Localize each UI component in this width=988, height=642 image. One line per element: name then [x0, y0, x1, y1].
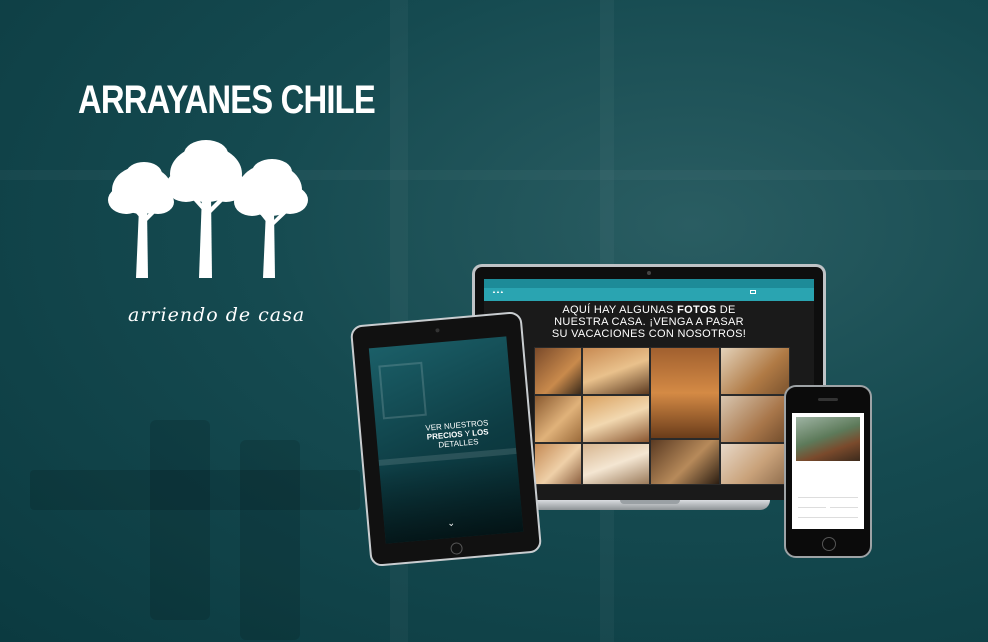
tablet-window-frame: [378, 361, 427, 420]
laptop-notch: [620, 500, 680, 504]
tablet-headline: VER NUESTROS PRECIOS Y LOS DETALLES: [412, 417, 504, 452]
gallery-photo: [720, 347, 790, 395]
gallery-photo: [582, 443, 650, 485]
brand-title: ARRAYANES CHILE: [78, 78, 376, 122]
site-nav-button: [750, 290, 756, 294]
site-top-strip: [484, 279, 814, 288]
tablet-stools: [379, 455, 524, 544]
phone-screen: [792, 413, 864, 529]
phone-house-photo: [796, 417, 860, 461]
tablet-home-button: [450, 541, 464, 555]
phone-mockup: [784, 385, 872, 558]
phone-speaker: [818, 398, 838, 401]
laptop-headline-part: AQUÍ HAY ALGUNAS: [562, 304, 678, 316]
laptop-headline-line: SU VACACIONES CON NOSOTROS!: [551, 328, 747, 340]
gallery-photo: [582, 395, 650, 443]
tablet-headline-bold: LOS: [471, 427, 489, 438]
gallery-photo: [582, 347, 650, 395]
gallery-photo: [650, 347, 720, 439]
laptop-headline-line: NUESTRA CASA. ¡VENGA A PASAR: [554, 316, 744, 328]
tablet-camera: [435, 328, 440, 333]
gallery-photo: [720, 395, 790, 443]
tablet-screen: VER NUESTROS PRECIOS Y LOS DETALLES ⌄: [368, 336, 524, 544]
gallery-photo: [650, 439, 720, 485]
phone-form-field: [830, 503, 858, 508]
gallery-photo: [720, 443, 790, 485]
gallery-photo: [534, 347, 582, 395]
background-chair: [150, 420, 210, 620]
phone-form-field: [798, 503, 826, 508]
phone-form-field: [798, 493, 858, 498]
laptop-headline-bold: FOTOS: [677, 304, 717, 316]
laptop-headline-part: DE: [716, 304, 736, 316]
laptop-camera: [647, 271, 651, 275]
site-logo: ▲▲▲: [492, 289, 504, 294]
brand-tagline: arriendo de casa: [128, 304, 306, 326]
phone-form-field: [798, 513, 858, 518]
site-navbar: ▲▲▲: [484, 288, 814, 301]
chevron-down-icon: ⌄: [446, 517, 456, 529]
tablet-mockup: VER NUESTROS PRECIOS Y LOS DETALLES ⌄: [349, 310, 543, 568]
background-chair: [240, 440, 300, 640]
three-trees-logo: [108, 140, 308, 278]
gallery-photo: [534, 395, 582, 443]
showcase-banner: ARRAYANES CHILE arriendo de casa ▲▲▲ AQU…: [0, 0, 988, 642]
phone-home-button: [822, 537, 836, 551]
gallery-photo: [534, 443, 582, 485]
laptop-headline: AQUÍ HAY ALGUNAS FOTOS DE NUESTRA CASA. …: [504, 304, 794, 340]
